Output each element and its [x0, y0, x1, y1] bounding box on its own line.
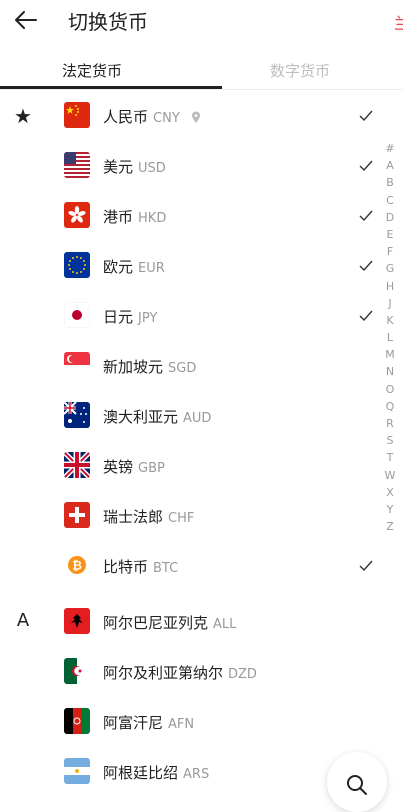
currency-type-tabs: 法定货币 数字货币	[0, 52, 403, 90]
currency-row-cny[interactable]: 人民币 CNY	[0, 90, 403, 140]
index-letter[interactable]: G	[383, 260, 397, 277]
bitcoin-icon: ₿	[64, 552, 90, 578]
location-pin-icon	[191, 111, 200, 123]
currency-row-dzd[interactable]: 阿尔及利亚第纳尔 DZD	[0, 646, 403, 696]
currency-row-sgd[interactable]: 新加坡元 SGD	[0, 340, 403, 390]
currency-row-eur[interactable]: 欧元 EUR	[0, 240, 403, 290]
index-letter[interactable]: C	[383, 192, 397, 209]
currency-row-gbp[interactable]: 英镑 GBP	[0, 440, 403, 490]
search-icon	[347, 775, 367, 795]
check-icon	[359, 560, 373, 572]
tab-digital-currency[interactable]: 数字货币	[270, 60, 330, 81]
check-icon	[359, 160, 373, 172]
switzerland-flag-icon	[64, 502, 90, 528]
currency-row-hkd[interactable]: 港币 HKD	[0, 190, 403, 240]
currency-name: 英镑	[103, 458, 134, 476]
index-letter[interactable]: N	[383, 363, 397, 380]
currency-row-aud[interactable]: 澳大利亚元 AUD	[0, 390, 403, 440]
currency-name: 欧元	[103, 258, 134, 276]
index-letter[interactable]: L	[383, 329, 397, 346]
index-letter[interactable]: Z	[383, 518, 397, 535]
index-letter[interactable]: B	[383, 174, 397, 191]
currency-name: 新加坡元	[103, 358, 164, 376]
currency-code: GBP	[138, 461, 165, 476]
index-letter[interactable]: F	[383, 243, 397, 260]
index-letter[interactable]: #	[383, 140, 397, 157]
uk-flag-icon	[64, 452, 90, 478]
currency-name: 港币	[103, 208, 134, 226]
argentina-flag-icon	[64, 758, 90, 784]
currency-row-chf[interactable]: 瑞士法郎 CHF	[0, 490, 403, 540]
currency-name: 澳大利亚元	[103, 408, 179, 426]
currency-code: AFN	[168, 717, 195, 732]
index-letter[interactable]: D	[383, 209, 397, 226]
australia-flag-icon	[64, 402, 90, 428]
svg-text:₿: ₿	[72, 559, 82, 573]
check-icon	[359, 110, 373, 122]
header: 切换货币 兰	[0, 0, 403, 40]
singapore-flag-icon	[64, 352, 90, 378]
currency-row-btc[interactable]: ₿ 比特币 BTC	[0, 540, 403, 590]
index-letter[interactable]: T	[383, 449, 397, 466]
index-letter[interactable]: K	[383, 312, 397, 329]
index-letter[interactable]: X	[383, 484, 397, 501]
check-icon	[359, 310, 373, 322]
currency-code: ALL	[213, 617, 237, 632]
currency-name: 美元	[103, 158, 134, 176]
currency-code: HKD	[138, 211, 167, 226]
currency-name: 日元	[103, 308, 134, 326]
currency-row-all[interactable]: 阿尔巴尼亚列克 ALL	[0, 596, 403, 646]
china-flag-icon	[64, 102, 90, 128]
index-letter[interactable]: R	[383, 415, 397, 432]
back-arrow-icon[interactable]	[12, 6, 40, 34]
currency-row-afn[interactable]: 阿富汗尼 AFN	[0, 696, 403, 746]
currency-code: JPY	[138, 311, 158, 326]
index-letter[interactable]: W	[383, 467, 397, 484]
index-letter[interactable]: H	[383, 278, 397, 295]
currency-row-jpy[interactable]: 日元 JPY	[0, 290, 403, 340]
algeria-flag-icon	[64, 658, 90, 684]
albania-flag-icon	[64, 608, 90, 634]
currency-row-usd[interactable]: 美元 USD	[0, 140, 403, 190]
currency-code: EUR	[138, 261, 165, 276]
tab-fiat-currency[interactable]: 法定货币	[62, 60, 122, 81]
currency-name: 阿尔及利亚第纳尔	[103, 664, 224, 682]
index-letter[interactable]: Q	[383, 398, 397, 415]
currency-code: SGD	[168, 361, 197, 376]
currency-name: 比特币	[103, 558, 149, 576]
currency-code: BTC	[153, 561, 179, 576]
index-letter[interactable]: J	[383, 295, 397, 312]
currency-code: CHF	[168, 511, 195, 526]
japan-flag-icon	[64, 302, 90, 328]
alphabet-index[interactable]: # A B C D E F G H J K L M N O Q R S T W …	[383, 140, 397, 535]
currency-name: 阿富汗尼	[103, 714, 164, 732]
check-icon	[359, 210, 373, 222]
currency-name: 人民币	[103, 108, 149, 126]
page-title: 切换货币	[68, 10, 148, 34]
currency-name: 阿尔巴尼亚列克	[103, 614, 209, 632]
index-letter[interactable]: S	[383, 432, 397, 449]
edge-clipped-text: 兰	[394, 14, 403, 33]
currency-code: DZD	[228, 667, 257, 682]
index-letter[interactable]: E	[383, 226, 397, 243]
index-letter[interactable]: Y	[383, 501, 397, 518]
hong-kong-flag-icon	[64, 202, 90, 228]
afghanistan-flag-icon	[64, 708, 90, 734]
check-icon	[359, 260, 373, 272]
currency-code: AUD	[183, 411, 212, 426]
index-letter[interactable]: M	[383, 346, 397, 363]
currency-name: 瑞士法郎	[103, 508, 164, 526]
currency-code: ARS	[183, 767, 210, 782]
index-letter[interactable]: A	[383, 157, 397, 174]
currency-name: 阿根廷比绍	[103, 764, 179, 782]
currency-code: CNY	[153, 111, 180, 126]
currency-code: USD	[138, 161, 166, 176]
search-button[interactable]	[327, 752, 387, 812]
eu-flag-icon	[64, 252, 90, 278]
usa-flag-icon	[64, 152, 90, 178]
index-letter[interactable]: O	[383, 381, 397, 398]
